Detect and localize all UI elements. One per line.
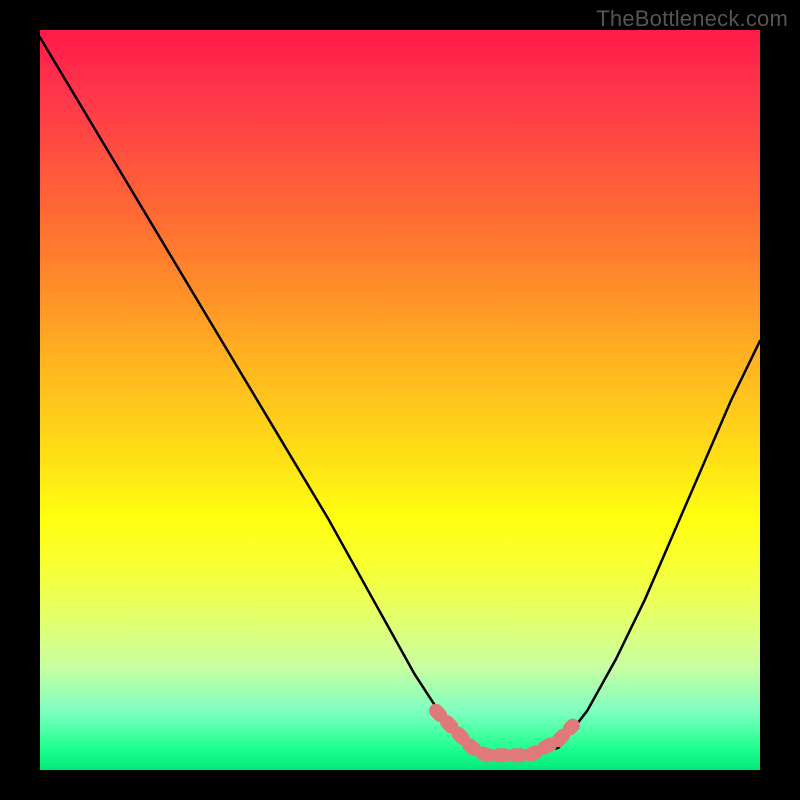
curve-line: [40, 37, 760, 755]
watermark-text: TheBottleneck.com: [596, 6, 788, 32]
chart-area: [40, 30, 760, 770]
chart-curve-svg: [40, 30, 760, 770]
